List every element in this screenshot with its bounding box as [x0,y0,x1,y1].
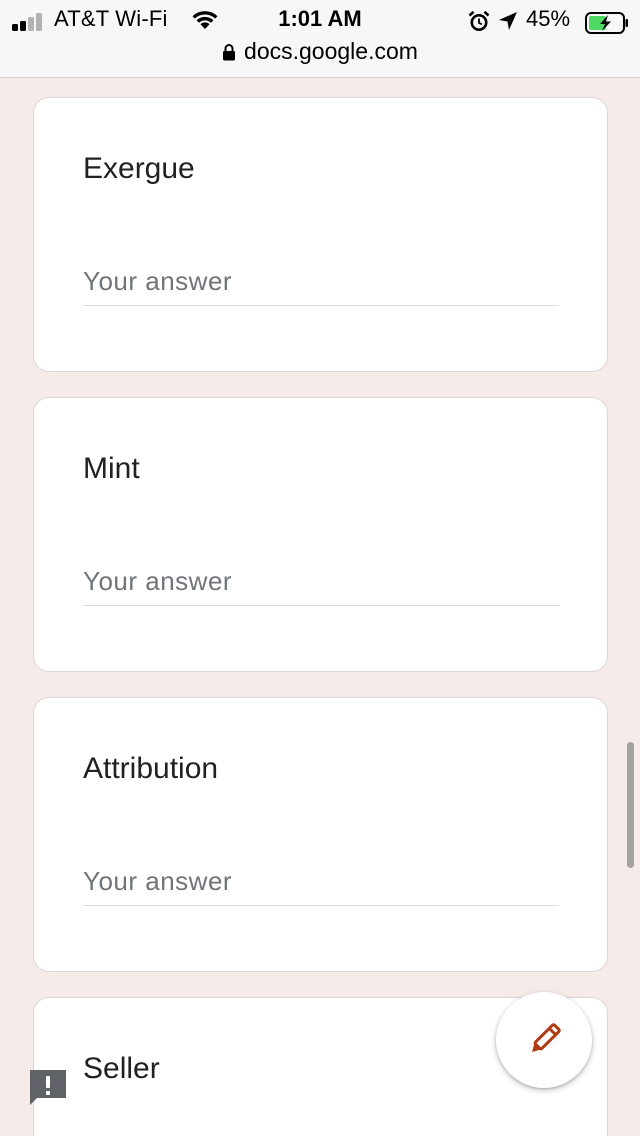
alarm-icon [468,10,490,31]
answer-input[interactable] [83,258,559,306]
question-title: Attribution [83,752,219,785]
lock-icon [223,43,236,60]
address-bar[interactable]: docs.google.com [0,38,640,70]
question-title: Exergue [83,152,195,185]
answer-input[interactable] [83,558,559,606]
question-card: Exergue [33,97,608,372]
page-scrollbar[interactable] [627,742,634,868]
question-card: Attribution [33,697,608,972]
edit-response-button[interactable] [496,992,592,1088]
url-text: docs.google.com [244,38,418,64]
report-issue-icon[interactable] [28,1068,68,1108]
status-row: AT&T Wi-Fi 1:01 AM 45% [0,4,640,36]
question-title: Mint [83,452,140,485]
battery-percent: 45% [526,6,571,31]
battery-charging-icon [585,12,628,34]
status-bar: AT&T Wi-Fi 1:01 AM 45% docs.google.com [0,0,640,78]
question-card: Mint [33,397,608,672]
location-arrow-icon [499,12,517,30]
pencil-icon [531,1023,561,1053]
question-title: Seller [83,1052,160,1085]
answer-input[interactable] [83,858,559,906]
